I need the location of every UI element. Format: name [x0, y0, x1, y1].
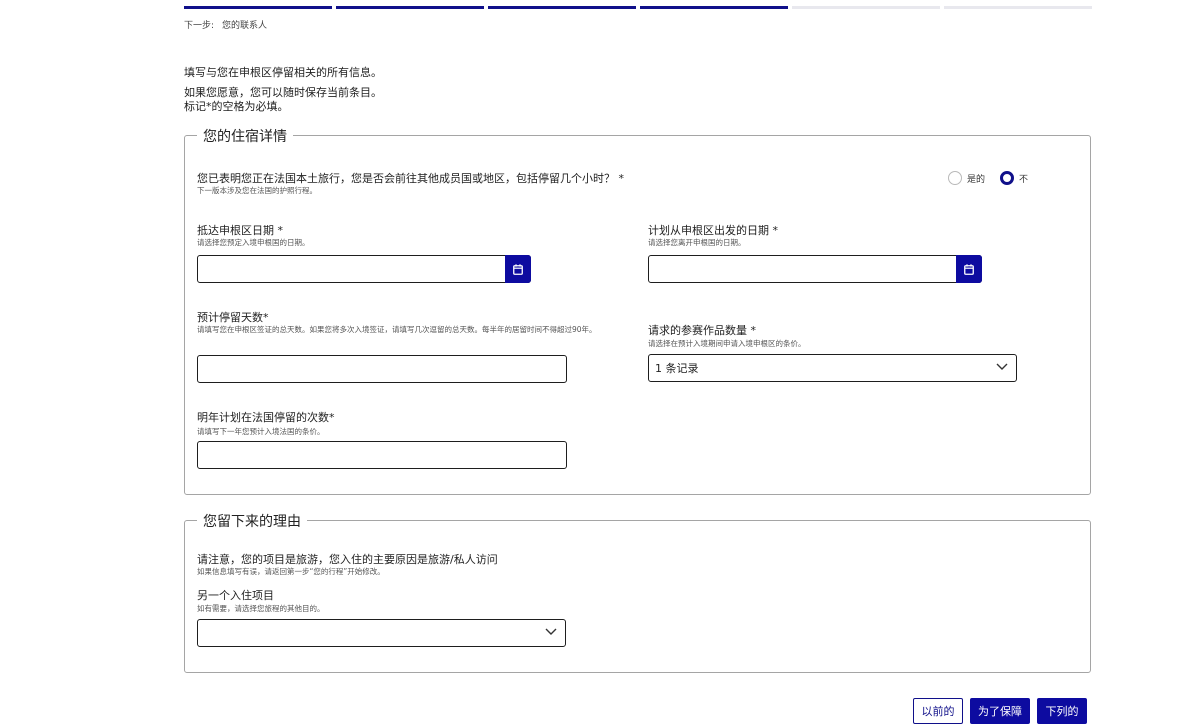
- radio-yes-label: 是的: [967, 174, 986, 185]
- stay-days-hint: 请填写您在申根区签证的总天数。如果您将多次入境签证，请填写几次逗留的总天数。每半…: [197, 325, 597, 334]
- calendar-icon: [513, 263, 523, 275]
- progress-step-3: [488, 6, 636, 9]
- entries-select[interactable]: 1 条记录: [648, 354, 1017, 382]
- calendar-icon: [964, 263, 974, 275]
- reasons-legend: 您留下来的理由: [197, 511, 307, 531]
- other-item-hint: 如有需要，请选择您旅程的其他目的。: [197, 604, 325, 613]
- purpose-note: 请注意，您的项目是旅游，您入住的主要原因是旅游/私人访问: [197, 553, 498, 566]
- required-notice: 标记*的空格为必填。: [184, 100, 289, 113]
- save-button[interactable]: 为了保障: [970, 698, 1030, 724]
- radio-no-label: 不: [1019, 174, 1029, 185]
- stays-next-year-hint: 请填写下一年您预计入境法国的条价。: [197, 427, 325, 436]
- intro-text: 填写与您在申根区停留相关的所有信息。: [184, 66, 382, 79]
- purpose-note-hint: 如果信息填写有误，请返回第一步“您的行程”开始修改。: [197, 567, 385, 576]
- arrival-date-hint: 请选择您预定入境申根国的日期。: [197, 238, 310, 247]
- next-button[interactable]: 下列的: [1037, 698, 1087, 724]
- stay-days-label: 预计停留天数*: [197, 311, 269, 324]
- next-step-value: 您的联系人: [222, 21, 268, 31]
- other-item-select[interactable]: [197, 619, 566, 647]
- transit-question-hint: 下一版本涉及您在法国的护照行程。: [197, 186, 317, 195]
- accommodation-legend: 您的住宿详情: [197, 126, 293, 146]
- radio-yes-circle[interactable]: [948, 171, 962, 185]
- progress-step-1: [184, 6, 332, 9]
- progress-step-2: [336, 6, 484, 9]
- departure-date-hint: 请选择您离开申根国的日期。: [648, 238, 746, 247]
- radio-yes[interactable]: 是的: [948, 171, 985, 185]
- stay-days-input[interactable]: [197, 355, 567, 383]
- progress-step-5: [792, 6, 940, 9]
- progress-bar: [184, 6, 1092, 9]
- arrival-date-input[interactable]: [197, 255, 531, 283]
- next-step-label: 下一步:: [184, 21, 215, 31]
- progress-step-6: [944, 6, 1092, 9]
- progress-step-4: [640, 6, 788, 9]
- stays-next-year-input[interactable]: [197, 441, 567, 469]
- departure-calendar-button[interactable]: [956, 255, 982, 283]
- radio-no-circle[interactable]: [1000, 171, 1014, 185]
- chevron-down-icon: [545, 628, 557, 635]
- departure-date-input[interactable]: [648, 255, 982, 283]
- stays-next-year-label: 明年计划在法国停留的次数*: [197, 411, 335, 424]
- transit-question-label: 您已表明您正在法国本土旅行，您是否会前往其他成员国或地区，包括停留几个小时？ *: [197, 172, 624, 185]
- departure-date-label: 计划从申根区出发的日期 *: [648, 224, 778, 237]
- chevron-down-icon: [996, 363, 1008, 370]
- accommodation-section: 您的住宿详情 您已表明您正在法国本土旅行，您是否会前往其他成员国或地区，包括停留…: [184, 126, 1091, 495]
- previous-button[interactable]: 以前的: [913, 698, 963, 724]
- entries-hint: 请选择在预计入境期间申请入境申根区的条价。: [648, 339, 806, 348]
- radio-no[interactable]: 不: [1000, 171, 1028, 185]
- arrival-calendar-button[interactable]: [505, 255, 531, 283]
- arrival-date-label: 抵达申根区日期 *: [197, 224, 283, 237]
- other-item-label: 另一个入住项目: [197, 589, 274, 602]
- entries-label: 请求的参赛作品数量 *: [648, 324, 756, 337]
- next-step-indicator: 下一步: 您的联系人: [184, 18, 267, 31]
- entries-selected-value: 1 条记录: [655, 362, 699, 375]
- reasons-section: 您留下来的理由 请注意，您的项目是旅游，您入住的主要原因是旅游/私人访问 如果信…: [184, 511, 1091, 673]
